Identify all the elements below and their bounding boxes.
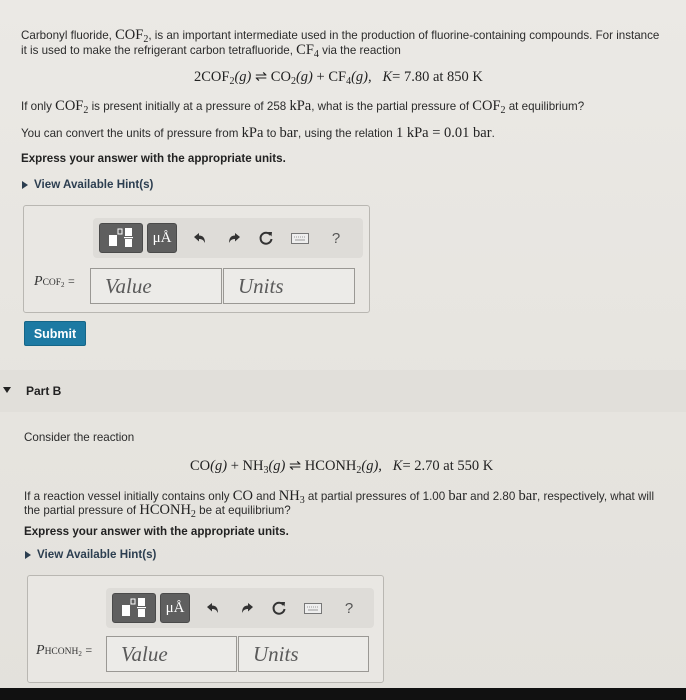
units-icon: μÅ bbox=[165, 599, 185, 616]
hint-label: View Available Hint(s) bbox=[37, 548, 157, 561]
value-input-b[interactable]: Value bbox=[106, 636, 237, 672]
redo-icon bbox=[229, 233, 240, 243]
part-b-title: Part B bbox=[26, 384, 62, 398]
templates-button[interactable] bbox=[99, 223, 143, 253]
units-input-b[interactable]: Units bbox=[238, 636, 369, 672]
value-placeholder: Value bbox=[105, 273, 152, 298]
equilibrium-arrow: ⇌ bbox=[255, 69, 268, 85]
express-instruction-b: Express your answer with the appropriate… bbox=[24, 525, 289, 538]
keyboard-icon bbox=[304, 602, 322, 614]
intro-text: via the reaction bbox=[318, 44, 401, 57]
undo-icon bbox=[207, 603, 218, 613]
math-toolbar-b: μÅ ? bbox=[106, 588, 374, 628]
answer-label-b: PHCONH2 = bbox=[36, 643, 93, 658]
formula-cf4: CF4 bbox=[296, 42, 319, 61]
formula-cof2: COF2 bbox=[115, 27, 149, 46]
answer-panel-b: μÅ ? PHCONH2 = Value Units bbox=[27, 575, 384, 683]
undo-button[interactable] bbox=[200, 595, 226, 621]
reset-button[interactable] bbox=[253, 225, 279, 251]
view-hints-link-b[interactable]: View Available Hint(s) bbox=[25, 548, 156, 561]
view-hints-link-a[interactable]: View Available Hint(s) bbox=[22, 178, 153, 191]
reset-button[interactable] bbox=[266, 595, 292, 621]
units-icon: μÅ bbox=[152, 229, 172, 246]
units-input-a[interactable]: Units bbox=[223, 268, 355, 304]
intro-text: it is used to make the refrigerant carbo… bbox=[21, 44, 297, 57]
answer-label-a: PCOF2 = bbox=[34, 274, 75, 289]
value-input-a[interactable]: Value bbox=[90, 268, 222, 304]
question-b-line-2: the partial pressure of HCONH2 be at equ… bbox=[24, 502, 291, 521]
conversion-note: You can convert the units of pressure fr… bbox=[21, 125, 495, 141]
help-icon: ? bbox=[331, 229, 341, 247]
collapse-triangle-icon bbox=[3, 387, 11, 393]
page: Carbonyl fluoride, COF2, is an important… bbox=[0, 0, 686, 700]
units-placeholder: Units bbox=[238, 273, 284, 298]
templates-icon bbox=[122, 598, 146, 617]
keyboard-button[interactable] bbox=[300, 595, 326, 621]
redo-icon bbox=[242, 603, 253, 613]
templates-icon bbox=[109, 228, 133, 247]
bottom-bar bbox=[0, 688, 686, 700]
expand-triangle-icon bbox=[25, 550, 31, 559]
reaction-equation-b: CO(g) + NH3(g) ⇌ HCONH2(g), K= 2.70 at 5… bbox=[190, 458, 494, 476]
math-toolbar-a: μÅ ? bbox=[93, 218, 363, 258]
help-icon: ? bbox=[344, 599, 354, 617]
answer-panel-a: μÅ ? PCOF2 = Value Units bbox=[23, 205, 370, 313]
value-placeholder: Value bbox=[121, 641, 168, 666]
submit-button[interactable]: Submit bbox=[24, 321, 86, 346]
question-a: If only COF2 is present initially at a p… bbox=[21, 98, 585, 117]
units-button[interactable]: μÅ bbox=[160, 593, 190, 623]
intro-text: , is an important intermediate used in t… bbox=[148, 29, 660, 42]
redo-button[interactable] bbox=[234, 595, 260, 621]
undo-icon bbox=[194, 233, 205, 243]
help-button[interactable]: ? bbox=[323, 225, 349, 251]
units-placeholder: Units bbox=[253, 641, 299, 666]
keyboard-button[interactable] bbox=[287, 225, 313, 251]
help-button[interactable]: ? bbox=[336, 595, 362, 621]
keyboard-icon bbox=[291, 232, 309, 244]
intro-text: Carbonyl fluoride, bbox=[21, 29, 116, 42]
reset-icon bbox=[272, 601, 286, 615]
expand-triangle-icon bbox=[22, 180, 28, 189]
intro-line-2: it is used to make the refrigerant carbo… bbox=[21, 43, 401, 62]
units-button[interactable]: μÅ bbox=[147, 223, 177, 253]
consider-reaction: Consider the reaction bbox=[24, 431, 135, 444]
equilibrium-arrow: ⇌ bbox=[289, 458, 302, 474]
express-instruction-a: Express your answer with the appropriate… bbox=[21, 152, 286, 165]
reset-icon bbox=[259, 231, 273, 245]
undo-button[interactable] bbox=[187, 225, 213, 251]
hint-label: View Available Hint(s) bbox=[34, 178, 154, 191]
part-b-header[interactable]: Part B bbox=[0, 370, 686, 412]
redo-button[interactable] bbox=[221, 225, 247, 251]
templates-button[interactable] bbox=[112, 593, 156, 623]
reaction-equation-a: 2COF2(g) ⇌ CO2(g) + CF4(g), K= 7.80 at 8… bbox=[194, 69, 483, 87]
